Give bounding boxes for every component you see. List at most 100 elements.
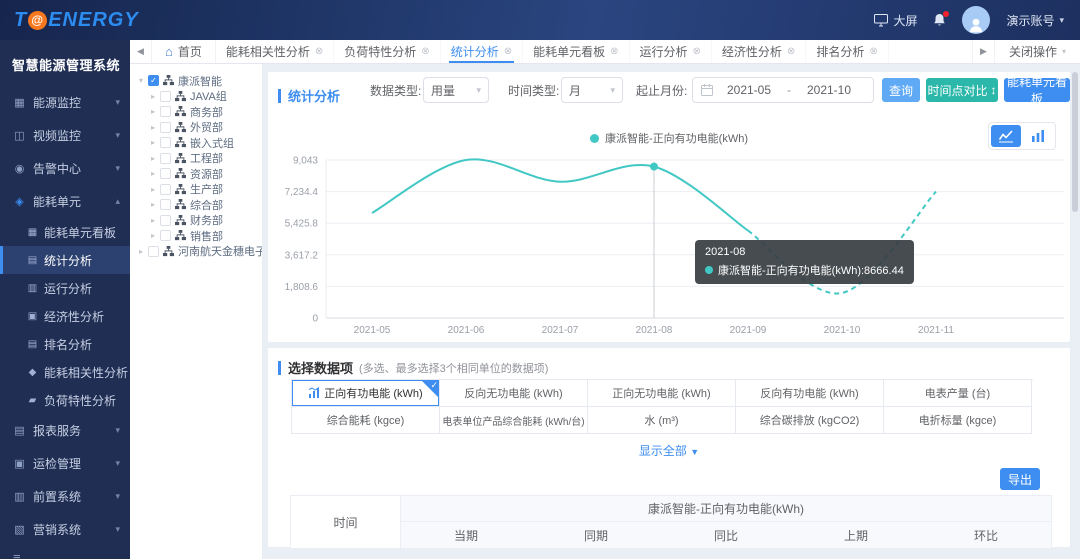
tree-node[interactable]: ▸ 外贸部 (136, 120, 262, 136)
data-item-cell[interactable]: 正向无功电能 (kWh) (588, 380, 736, 407)
show-all-toggle[interactable]: 显示全部 ▼ (268, 442, 1070, 459)
tree-node[interactable]: ▸ 河南航天金穗电子有 (136, 244, 262, 260)
sidebar-group[interactable]: ▤ 报表服务 ▾ (0, 414, 130, 447)
time-type-select[interactable]: 月 ▾ (561, 77, 623, 103)
tree-checkbox[interactable] (160, 199, 171, 210)
close-operations-dropdown[interactable]: 关闭操作 ▾ (994, 40, 1080, 63)
sidebar-group[interactable]: ▥ 前置系统 ▾ (0, 480, 130, 513)
sidebar-group[interactable]: ▣ 运检管理 ▾ (0, 447, 130, 480)
range-start-value[interactable]: 2021-05 (713, 83, 785, 97)
tab[interactable]: 经济性分析 ⊗ (712, 40, 806, 63)
sidebar-item[interactable]: ▥ 运行分析 (0, 274, 130, 302)
tree-caret-icon[interactable]: ▸ (148, 123, 158, 132)
time-compare-button[interactable]: 时间点对比 ↕ (926, 78, 998, 102)
tab-close-icon[interactable]: ⊗ (315, 46, 323, 57)
menu-collapse-icon[interactable]: ≡ (0, 546, 130, 559)
sidebar-group[interactable]: ▧ 营销系统 ▾ (0, 513, 130, 546)
sidebar-item[interactable]: ▰ 负荷特性分析 (0, 386, 130, 414)
bar-chart-toggle-button[interactable] (1023, 125, 1053, 147)
sidebar-group[interactable]: ▦ 能源监控 ▾ (0, 86, 130, 119)
data-item-cell[interactable]: 反向有功电能 (kWh) (736, 380, 884, 407)
tree-checkbox[interactable] (160, 230, 171, 241)
tree-checkbox[interactable] (160, 153, 171, 164)
data-item-cell[interactable]: 反向无功电能 (kWh) (440, 380, 588, 407)
tree-caret-icon[interactable]: ▸ (148, 154, 158, 163)
tab[interactable]: 负荷特性分析 ⊗ (334, 40, 440, 63)
tab-close-icon[interactable]: ⊗ (504, 46, 512, 57)
tree-checkbox[interactable] (160, 168, 171, 179)
tree-caret-icon[interactable]: ▾ (136, 76, 146, 85)
tree-caret-icon[interactable]: ▸ (148, 138, 158, 147)
data-item-cell[interactable]: 电折标量 (kgce) (884, 407, 1032, 434)
tree-checkbox[interactable] (160, 91, 171, 102)
sidebar-item[interactable]: ▣ 经济性分析 (0, 302, 130, 330)
data-item-cell[interactable]: 电表产量 (台) (884, 380, 1032, 407)
sidebar-item[interactable]: ◆ 能耗相关性分析 (0, 358, 130, 386)
query-button[interactable]: 查询 (882, 78, 920, 102)
tree-caret-icon[interactable]: ▸ (148, 231, 158, 240)
tree-node[interactable]: ▸ 商务部 (136, 104, 262, 120)
data-item-cell[interactable]: 综合碳排放 (kgCO2) (736, 407, 884, 434)
tree-node[interactable]: ▸ 生产部 (136, 182, 262, 198)
energy-unit-board-button[interactable]: 能耗单元看板 (1004, 78, 1070, 102)
range-end-value[interactable]: 2021-10 (793, 83, 865, 97)
sidebar-item[interactable]: ▤ 统计分析 (0, 246, 130, 274)
tree-caret-icon[interactable]: ▸ (148, 92, 158, 101)
tree-checkbox[interactable] (160, 184, 171, 195)
tree-node[interactable]: ▸ JAVA组 (136, 89, 262, 105)
tree-node[interactable]: ▸ 资源部 (136, 166, 262, 182)
tree-node[interactable]: ▸ 嵌入式组 (136, 135, 262, 151)
tree-caret-icon[interactable]: ▸ (148, 216, 158, 225)
data-item-cell[interactable]: 综合能耗 (kgce) (292, 407, 440, 434)
line-chart[interactable]: 9,0437,234.45,425.83,617.21,808.602021-0… (268, 148, 1070, 340)
tab-close-icon[interactable]: ⊗ (787, 46, 795, 57)
tree-caret-icon[interactable]: ▸ (136, 247, 146, 256)
tree-caret-icon[interactable]: ▸ (148, 185, 158, 194)
tree-caret-icon[interactable]: ▸ (148, 169, 158, 178)
account-menu[interactable]: 演示账号 ▾ (1006, 12, 1064, 29)
tab-close-icon[interactable]: ⊗ (421, 46, 429, 57)
tabs-scroll-right-icon[interactable]: ▶ (972, 40, 994, 63)
export-button[interactable]: 导出 (1000, 468, 1040, 490)
line-chart-toggle-button[interactable] (991, 125, 1021, 147)
tree-checkbox[interactable] (148, 246, 159, 257)
data-item-cell[interactable]: 正向有功电能 (kWh) ✓ (292, 380, 440, 407)
tab-close-icon[interactable]: ⊗ (610, 46, 618, 57)
data-item-cell[interactable]: 电表单位产品综合能耗 (kWh/台) (440, 407, 588, 434)
data-item-cell[interactable]: 水 (m³) (588, 407, 736, 434)
sidebar-item[interactable]: ▤ 排名分析 (0, 330, 130, 358)
month-range-picker[interactable]: 2021-05 - 2021-10 (692, 77, 874, 103)
tree-checkbox[interactable] (160, 215, 171, 226)
avatar[interactable] (962, 6, 990, 34)
notification-bell-icon[interactable] (933, 13, 946, 27)
big-screen-button[interactable]: 大屏 (874, 12, 917, 29)
tab-close-icon[interactable]: ⊗ (693, 46, 701, 57)
tree-caret-icon[interactable]: ▸ (148, 107, 158, 116)
chart-legend[interactable]: 康派智能-正向有功电能(kWh) (268, 130, 1070, 146)
tab[interactable]: 能耗单元看板 ⊗ (523, 40, 629, 63)
sidebar-group[interactable]: ◉ 告警中心 ▾ (0, 152, 130, 185)
data-type-select[interactable]: 用量 ▾ (423, 77, 489, 103)
svg-text:0: 0 (312, 314, 318, 325)
tree-caret-icon[interactable]: ▸ (148, 200, 158, 209)
tree-node[interactable]: ▸ 综合部 (136, 197, 262, 213)
tab[interactable]: 排名分析 ⊗ (806, 40, 888, 63)
tab[interactable]: 运行分析 ⊗ (630, 40, 712, 63)
tree-checkbox[interactable] (160, 137, 171, 148)
tree-checkbox[interactable] (160, 106, 171, 117)
tab-close-icon[interactable]: ⊗ (869, 46, 877, 57)
vertical-scrollbar[interactable] (1072, 72, 1078, 212)
tree-node[interactable]: ▸ 财务部 (136, 213, 262, 229)
sidebar-item[interactable]: ▦ 能耗单元看板 (0, 218, 130, 246)
tab[interactable]: 统计分析 ⊗ (441, 40, 523, 63)
tree-node[interactable]: ▸ 工程部 (136, 151, 262, 167)
tree-node[interactable]: ▾ ✓ 康派智能 (136, 73, 262, 89)
sidebar-group[interactable]: ◈ 能耗单元 ▴ (0, 185, 130, 218)
tree-node[interactable]: ▸ 销售部 (136, 228, 262, 244)
tree-checkbox[interactable] (160, 122, 171, 133)
tab[interactable]: 能耗相关性分析 ⊗ (216, 40, 334, 63)
tabs-scroll-left-icon[interactable]: ◀ (130, 40, 152, 63)
sidebar-group[interactable]: ◫ 视频监控 ▾ (0, 119, 130, 152)
tab-home[interactable]: ⌂ 首页 (152, 40, 216, 63)
tree-checkbox[interactable]: ✓ (148, 75, 159, 86)
